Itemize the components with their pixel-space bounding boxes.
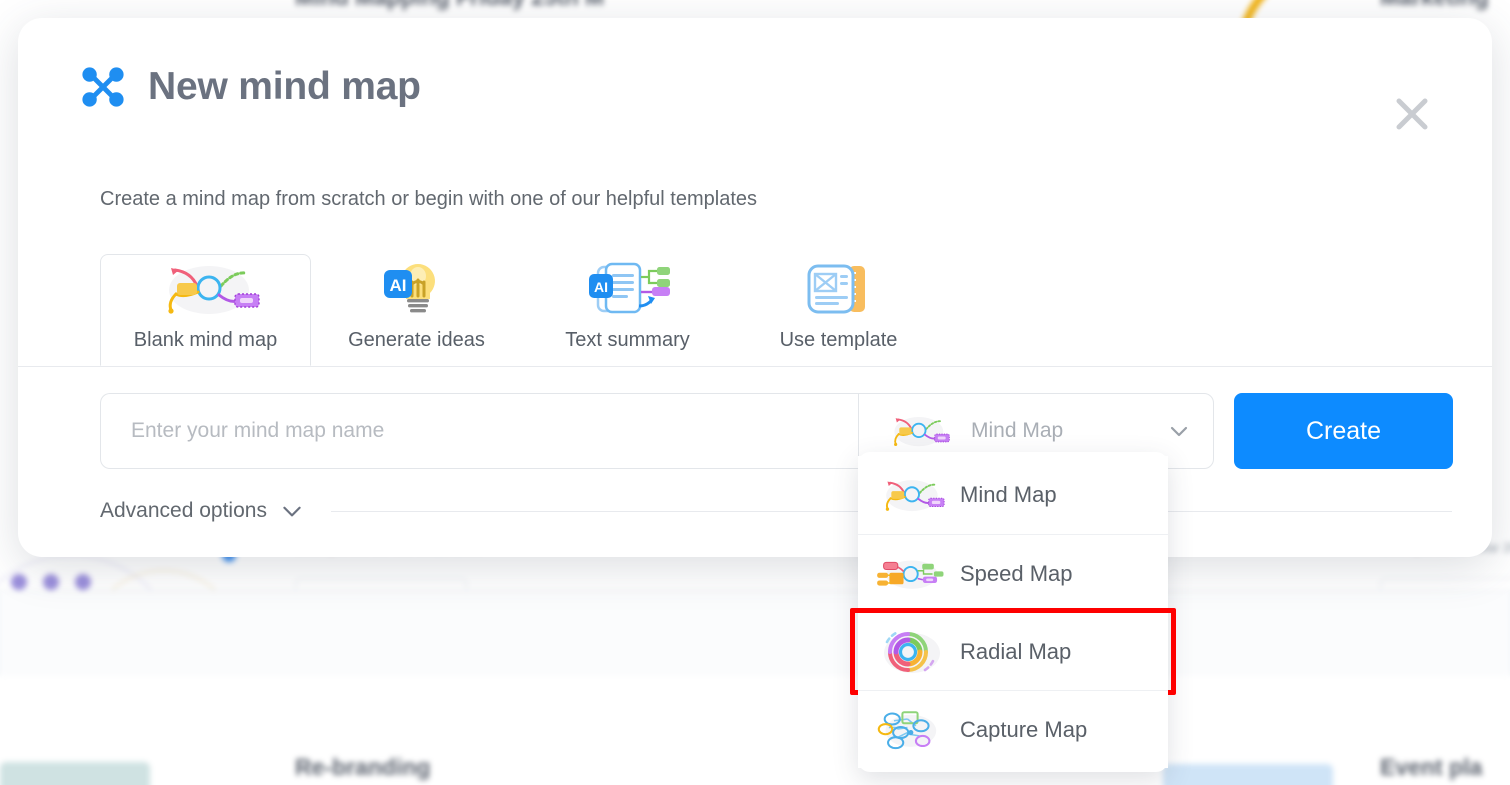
dropdown-option-radial-map[interactable]: Radial Map <box>850 608 1176 695</box>
creation-mode-tabs: Blank mind map AI Generate ideas AI Text… <box>100 254 944 366</box>
mind-map-name-input[interactable] <box>100 393 858 469</box>
ai-lightbulb-icon: AI <box>372 261 462 317</box>
mind-map-icon <box>894 416 950 447</box>
tab-blank-mind-map[interactable]: Blank mind map <box>100 254 311 366</box>
mind-map-icon <box>872 469 948 521</box>
chevron-down-icon <box>1170 426 1188 437</box>
tab-label: Generate ideas <box>348 329 485 351</box>
card-thumbnail <box>0 762 150 785</box>
ai-document-icon: AI <box>575 261 680 317</box>
svg-text:AI: AI <box>389 276 406 295</box>
advanced-options-row: Advanced options <box>100 498 1452 524</box>
dropdown-option-label: Speed Map <box>960 560 1073 586</box>
speed-map-icon <box>872 548 948 600</box>
chevron-down-icon[interactable] <box>279 498 305 524</box>
modal-subtitle: Create a mind map from scratch or begin … <box>100 188 757 210</box>
tab-text-summary[interactable]: AI Text summary <box>522 254 733 366</box>
mindmeister-dots-icon <box>82 67 124 107</box>
background-card-title: Re-branding <box>295 754 431 780</box>
background-card-title: Marketing <box>1380 0 1489 11</box>
dropdown-option-mind-map[interactable]: Mind Map <box>858 456 1168 534</box>
mind-map-icon <box>147 261 265 317</box>
close-icon[interactable] <box>1388 90 1436 138</box>
tabs-divider <box>18 366 1492 367</box>
tab-label: Use template <box>779 329 898 351</box>
map-type-dropdown: Mind Map Speed Map Radial Map Capture Ma… <box>850 452 1176 772</box>
svg-text:AI: AI <box>594 279 608 295</box>
map-type-value: Mind Map <box>971 419 1064 442</box>
background-card-title: Mind Mapping Friday 25th M <box>295 0 604 11</box>
background-card <box>0 676 274 785</box>
dropdown-option-speed-map[interactable]: Speed Map <box>858 534 1168 612</box>
modal-header: New mind map <box>80 64 421 110</box>
radial-map-icon <box>872 626 948 678</box>
dropdown-option-capture-map[interactable]: Capture Map <box>858 690 1168 768</box>
new-mind-map-modal: New mind map Create a mind map from scra… <box>18 18 1492 557</box>
page-title: New mind map <box>148 65 421 108</box>
dropdown-option-label: Radial Map <box>960 638 1072 664</box>
dropdown-option-label: Mind Map <box>960 482 1057 507</box>
template-ruler-icon <box>799 261 879 317</box>
create-button[interactable]: Create <box>1234 393 1453 469</box>
background-card: Re-branding <box>273 676 764 785</box>
card-thumbnail <box>1163 764 1333 785</box>
open-task-board-button[interactable]: Open task board <box>295 578 467 590</box>
open-mind-map-button[interactable]: Open mind map <box>1380 578 1510 590</box>
advanced-options-label[interactable]: Advanced options <box>100 499 267 523</box>
tab-use-template[interactable]: Use template <box>733 254 944 366</box>
dropdown-option-label: Capture Map <box>960 716 1088 742</box>
background-card: Event pla <box>1372 676 1510 785</box>
app-root: Mind Mapping Friday 25th M Last opened: … <box>0 0 1510 785</box>
create-form-row: Mind Map Create <box>100 393 1453 469</box>
background-card-title: Event pla <box>1380 754 1483 780</box>
tab-label: Text summary <box>565 329 690 351</box>
tab-generate-ideas[interactable]: AI Generate ideas <box>311 254 522 366</box>
tab-label: Blank mind map <box>133 329 278 351</box>
capture-map-icon <box>872 704 948 756</box>
